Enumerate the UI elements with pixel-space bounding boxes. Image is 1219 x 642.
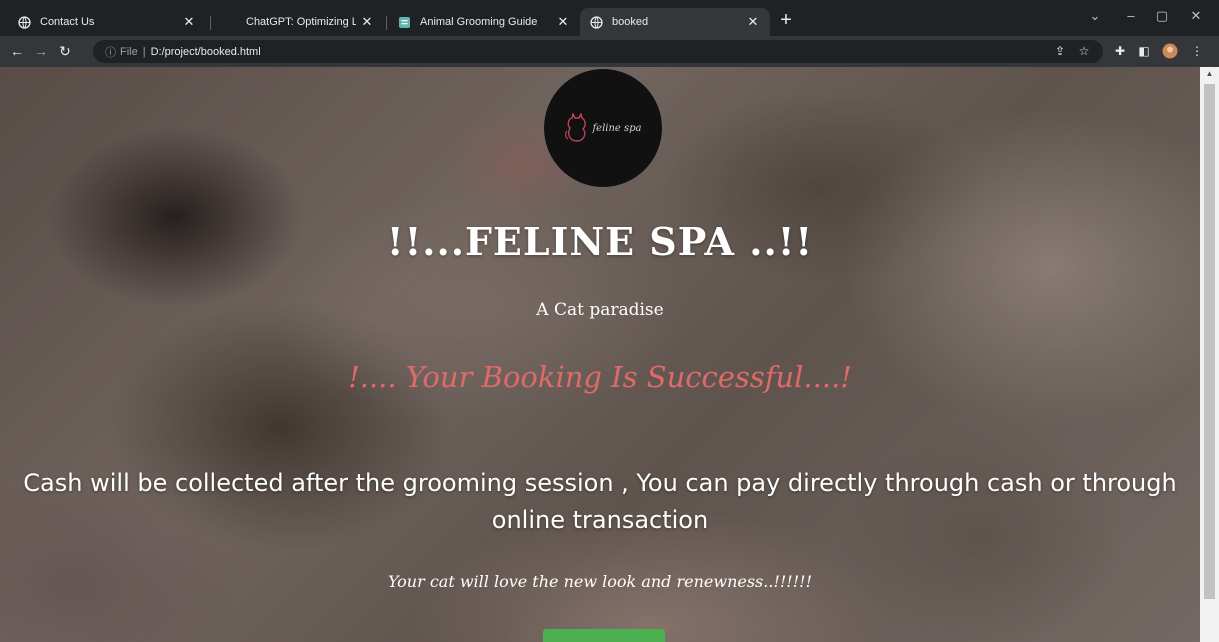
close-window-icon[interactable]: ✕ xyxy=(1186,8,1206,24)
closing-note: Your cat will love the new look and rene… xyxy=(387,572,813,591)
tab-divider xyxy=(386,16,387,30)
page-viewport: feline spa !!...FELINE SPA ..!! A Cat pa… xyxy=(0,67,1200,642)
reload-icon[interactable]: ↻ xyxy=(56,42,74,60)
address-separator: | xyxy=(142,45,146,58)
address-bar[interactable]: ⓘ File | D:/project/booked.html xyxy=(93,40,1103,63)
tab-title: ChatGPT: Optimizing Language M xyxy=(246,16,356,28)
chatgpt-icon xyxy=(224,16,237,29)
action-button[interactable] xyxy=(543,629,665,642)
info-icon[interactable]: ⓘ xyxy=(105,44,116,60)
doc-icon xyxy=(398,16,411,29)
tab-divider xyxy=(210,16,211,30)
booking-success-message: !.... Your Booking Is Successful....! xyxy=(348,360,852,394)
minimize-icon[interactable]: – xyxy=(1121,8,1141,23)
scroll-up-icon[interactable]: ▲ xyxy=(1200,67,1219,81)
browser-toolbar: ← → ↻ ⓘ File | D:/project/booked.html ⇪ … xyxy=(0,36,1219,67)
scroll-thumb[interactable] xyxy=(1204,84,1215,599)
tab-animal-grooming[interactable]: Animal Grooming Guide ✕ xyxy=(388,8,580,36)
tab-booked[interactable]: booked ✕ xyxy=(580,8,770,36)
globe-icon xyxy=(18,15,31,29)
tab-close-icon[interactable]: ✕ xyxy=(182,14,196,30)
side-panel-icon[interactable]: ◧ xyxy=(1136,43,1152,59)
tab-close-icon[interactable]: ✕ xyxy=(556,14,570,30)
tab-search-icon[interactable]: ⌄ xyxy=(1085,8,1105,24)
share-icon[interactable]: ⇪ xyxy=(1052,43,1068,59)
restore-icon[interactable]: ▢ xyxy=(1152,8,1172,24)
address-path: D:/project/booked.html xyxy=(150,45,261,58)
tab-title: booked xyxy=(612,16,649,28)
bookmark-star-icon[interactable]: ☆ xyxy=(1076,43,1092,59)
extensions-icon[interactable]: ✚ xyxy=(1112,43,1128,59)
page-content: feline spa !!...FELINE SPA ..!! A Cat pa… xyxy=(0,67,1200,642)
page-title: !!...FELINE SPA ..!! xyxy=(386,219,814,264)
tab-title: Animal Grooming Guide xyxy=(420,16,538,28)
payment-note: Cash will be collected after the groomin… xyxy=(23,469,1177,534)
tab-chatgpt[interactable]: ChatGPT: Optimizing Language M ✕ xyxy=(214,8,384,36)
avatar[interactable] xyxy=(1162,43,1178,59)
menu-icon[interactable]: ⋮ xyxy=(1189,43,1205,59)
globe-icon xyxy=(590,15,603,29)
feline-spa-logo: feline spa xyxy=(544,69,662,187)
tab-close-icon[interactable]: ✕ xyxy=(746,14,760,30)
back-icon[interactable]: ← xyxy=(8,42,26,60)
forward-icon[interactable]: → xyxy=(32,42,50,60)
tab-title: Contact Us xyxy=(40,16,95,28)
tab-contact-us[interactable]: Contact Us ✕ xyxy=(8,8,206,36)
cat-logo-icon xyxy=(564,113,590,143)
scrollbar[interactable]: ▲ xyxy=(1200,67,1219,642)
address-scheme: File xyxy=(120,45,138,58)
tab-strip: Contact Us ✕ ChatGPT: Optimizing Languag… xyxy=(0,0,1219,36)
new-tab-button[interactable]: + xyxy=(775,10,797,32)
tab-close-icon[interactable]: ✕ xyxy=(360,14,374,30)
logo-text: feline spa xyxy=(592,122,642,134)
page-subtitle: A Cat paradise xyxy=(536,300,664,320)
